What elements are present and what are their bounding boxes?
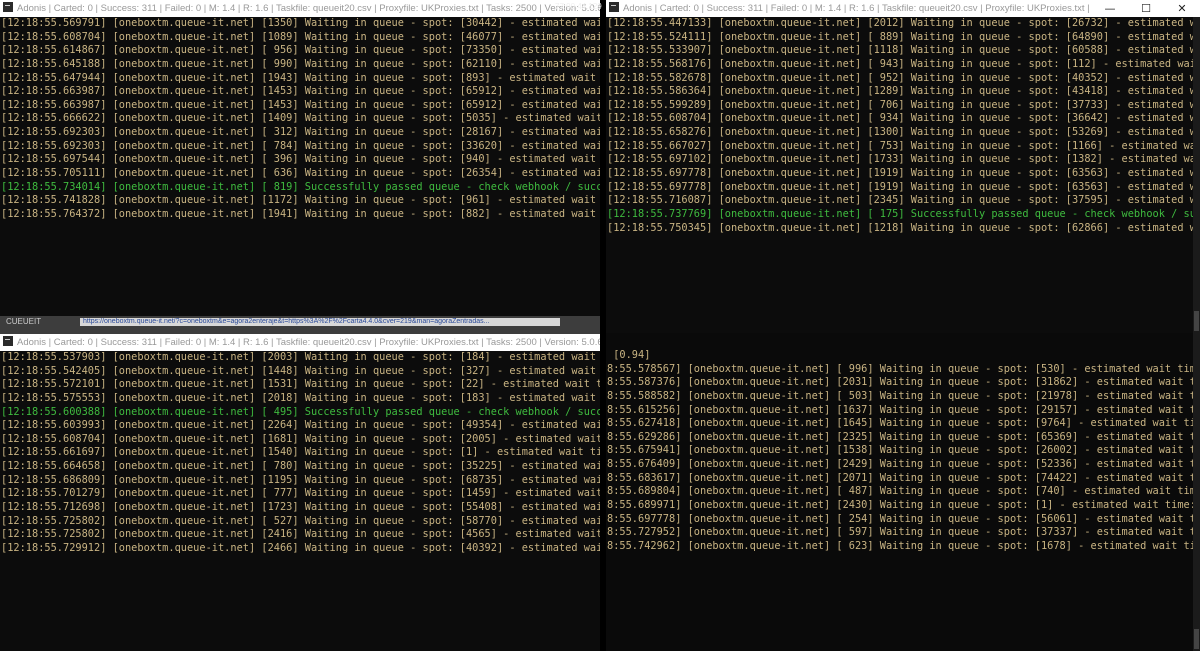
log-line: [12:18:55.524111] [oneboxtm.queue-it.net… xyxy=(607,30,1193,43)
log-line: [12:18:55.663987] [oneboxtm.queue-it.net… xyxy=(1,98,600,111)
log-line: [12:18:55.667027] [oneboxtm.queue-it.net… xyxy=(607,139,1193,152)
log-line: [12:18:55.663987] [oneboxtm.queue-it.net… xyxy=(1,85,600,98)
log-line: 8:55.627418] [oneboxtm.queue-it.net] [16… xyxy=(607,417,1193,430)
log-line: 8:55.588582] [oneboxtm.queue-it.net] [ 5… xyxy=(607,389,1193,402)
log-line: [12:18:55.664658] [oneboxtm.queue-it.net… xyxy=(1,460,600,473)
log-line: [12:18:55.603993] [oneboxtm.queue-it.net… xyxy=(1,419,600,432)
browser-tab-label[interactable]: CUEUEIT xyxy=(6,317,41,326)
console-output[interactable]: [0.94] 8:55.578567] [oneboxtm.queue-it.ne… xyxy=(606,349,1193,651)
title-bar[interactable]: Adonis | Carted: 0 | Success: 311 | Fail… xyxy=(606,0,1200,17)
log-line: [12:18:55.658276] [oneboxtm.queue-it.net… xyxy=(607,126,1193,139)
log-line: 8:55.727952] [oneboxtm.queue-it.net] [ 5… xyxy=(607,526,1193,539)
log-line: 8:55.629286] [oneboxtm.queue-it.net] [23… xyxy=(607,430,1193,443)
terminal-icon xyxy=(3,336,13,347)
window-title: Adonis | Carted: 0 | Success: 311 | Fail… xyxy=(17,3,600,14)
log-line: [12:18:55.716087] [oneboxtm.queue-it.net… xyxy=(607,194,1193,207)
log-line-success: [12:18:55.737769] [oneboxtm.queue-it.net… xyxy=(607,207,1193,220)
log-line: [12:18:55.568176] [oneboxtm.queue-it.net… xyxy=(607,57,1193,70)
log-line: 8:55.697778] [oneboxtm.queue-it.net] [ 2… xyxy=(607,512,1193,525)
log-line: 8:55.675941] [oneboxtm.queue-it.net] [15… xyxy=(607,444,1193,457)
log-line: [12:18:55.666622] [oneboxtm.queue-it.net… xyxy=(1,112,600,125)
window-controls: — ☐ ✕ xyxy=(1092,0,1200,17)
log-line: [12:18:55.586364] [oneboxtm.queue-it.net… xyxy=(607,85,1193,98)
log-line: [12:18:55.537903] [oneboxtm.queue-it.net… xyxy=(1,351,597,363)
close-button[interactable]: ✕ xyxy=(1164,0,1200,17)
console-output[interactable]: [12:18:55.537903] [oneboxtm.queue-it.net… xyxy=(0,351,600,651)
minimize-button[interactable]: — xyxy=(1092,0,1128,17)
log-line: [12:18:55.725802] [oneboxtm.queue-it.net… xyxy=(1,528,600,541)
log-line: [0.94] xyxy=(607,349,651,361)
log-line: 8:55.578567] [oneboxtm.queue-it.net] [ 9… xyxy=(607,362,1193,375)
console-output[interactable]: [12:18:55.447133] [oneboxtm.queue-it.net… xyxy=(606,17,1193,333)
log-line: 8:55.615256] [oneboxtm.queue-it.net] [16… xyxy=(607,403,1193,416)
log-line: [12:18:55.725802] [oneboxtm.queue-it.net… xyxy=(1,514,600,527)
log-line: [12:18:55.686809] [oneboxtm.queue-it.net… xyxy=(1,473,600,486)
log-line: 8:55.689971] [oneboxtm.queue-it.net] [24… xyxy=(607,499,1193,512)
browser-address-strip: CUEUEIT https://oneboxtm.queue-it.net/?c… xyxy=(0,316,600,334)
log-line: [12:18:55.582678] [oneboxtm.queue-it.net… xyxy=(607,71,1193,84)
scrollbar-thumb[interactable] xyxy=(1194,311,1199,331)
log-line-success: [12:18:55.600388] [oneboxtm.queue-it.net… xyxy=(1,405,600,418)
log-line: 8:55.587376] [oneboxtm.queue-it.net] [20… xyxy=(607,376,1193,389)
log-line: [12:18:55.533907] [oneboxtm.queue-it.net… xyxy=(607,44,1193,57)
terminal-icon xyxy=(609,2,619,13)
log-line: [12:18:55.572101] [oneboxtm.queue-it.net… xyxy=(1,378,600,391)
log-line: [12:18:55.599289] [oneboxtm.queue-it.net… xyxy=(607,98,1193,111)
terminal-window-instance-4[interactable]: [0.94] 8:55.578567] [oneboxtm.queue-it.ne… xyxy=(606,333,1200,651)
vertical-scrollbar[interactable] xyxy=(1193,17,1200,333)
terminal-window-instance-1[interactable]: Adonis | Carted: 0 | Success: 311 | Fail… xyxy=(606,0,1200,333)
log-line: [12:18:55.647944] [oneboxtm.queue-it.net… xyxy=(1,71,597,84)
log-line: [12:18:55.729912] [oneboxtm.queue-it.net… xyxy=(1,541,600,554)
address-bar[interactable]: https://oneboxtm.queue-it.net/?c=oneboxt… xyxy=(80,318,560,326)
log-line: 8:55.742962] [oneboxtm.queue-it.net] [ 6… xyxy=(607,539,1193,552)
log-line: [12:18:55.701279] [oneboxtm.queue-it.net… xyxy=(1,487,600,500)
log-line: [12:18:55.692303] [oneboxtm.queue-it.net… xyxy=(1,126,600,139)
log-line: [12:18:55.569791] [oneboxtm.queue-it.net… xyxy=(1,17,600,29)
log-line: 8:55.689804] [oneboxtm.queue-it.net] [ 4… xyxy=(607,485,1193,498)
log-line: [12:18:55.705111] [oneboxtm.queue-it.net… xyxy=(1,167,600,180)
log-line: [12:18:55.692303] [oneboxtm.queue-it.net… xyxy=(1,139,600,152)
title-bar[interactable]: Adonis | Carted: 0 | Success: 311 | Fail… xyxy=(0,0,600,17)
log-line: [12:18:55.764372] [oneboxtm.queue-it.net… xyxy=(1,207,597,220)
log-line: [12:18:55.697778] [oneboxtm.queue-it.net… xyxy=(607,180,1193,193)
log-line: [12:18:55.608704] [oneboxtm.queue-it.net… xyxy=(1,30,600,43)
log-line: [12:18:55.712698] [oneboxtm.queue-it.net… xyxy=(1,501,600,514)
log-line: [12:18:55.608704] [oneboxtm.queue-it.net… xyxy=(607,112,1193,125)
title-bar[interactable]: Adonis | Carted: 0 | Success: 311 | Fail… xyxy=(0,334,600,351)
maximize-button[interactable]: ☐ xyxy=(1128,0,1164,17)
terminal-window-instance-3[interactable]: Adonis | Carted: 0 | Success: 311 | Fail… xyxy=(0,334,600,651)
vertical-scrollbar[interactable] xyxy=(1193,333,1200,651)
log-line: [12:18:55.741828] [oneboxtm.queue-it.net… xyxy=(1,194,597,207)
log-line-success: [12:18:55.734014] [oneboxtm.queue-it.net… xyxy=(1,180,600,193)
log-line: [12:18:55.575553] [oneboxtm.queue-it.net… xyxy=(1,391,597,404)
console-output[interactable]: [12:18:55.569791] [oneboxtm.queue-it.net… xyxy=(0,17,600,316)
log-line: [12:18:55.608704] [oneboxtm.queue-it.net… xyxy=(1,432,600,445)
log-line: [12:18:55.447133] [oneboxtm.queue-it.net… xyxy=(607,17,1193,29)
terminal-icon xyxy=(3,2,13,13)
terminal-window-instance-2[interactable]: Adonis | Carted: 0 | Success: 311 | Fail… xyxy=(0,0,600,316)
log-line: [12:18:55.614867] [oneboxtm.queue-it.net… xyxy=(1,44,600,57)
scrollbar-thumb[interactable] xyxy=(1194,629,1199,649)
ip-address-label: 77.90.44.129 xyxy=(555,2,602,11)
log-line: [12:18:55.697544] [oneboxtm.queue-it.net… xyxy=(1,153,597,166)
log-line: [12:18:55.750345] [oneboxtm.queue-it.net… xyxy=(607,221,1193,234)
log-line: [12:18:55.697102] [oneboxtm.queue-it.net… xyxy=(607,153,1193,166)
window-title: Adonis | Carted: 0 | Success: 311 | Fail… xyxy=(17,337,600,348)
log-line: 8:55.683617] [oneboxtm.queue-it.net] [20… xyxy=(607,471,1193,484)
log-line: [12:18:55.661697] [oneboxtm.queue-it.net… xyxy=(1,446,600,459)
log-line: 8:55.676409] [oneboxtm.queue-it.net] [24… xyxy=(607,458,1193,471)
log-line: [12:18:55.645188] [oneboxtm.queue-it.net… xyxy=(1,57,600,70)
log-line: [12:18:55.697778] [oneboxtm.queue-it.net… xyxy=(607,167,1193,180)
log-line: [12:18:55.542405] [oneboxtm.queue-it.net… xyxy=(1,364,597,377)
